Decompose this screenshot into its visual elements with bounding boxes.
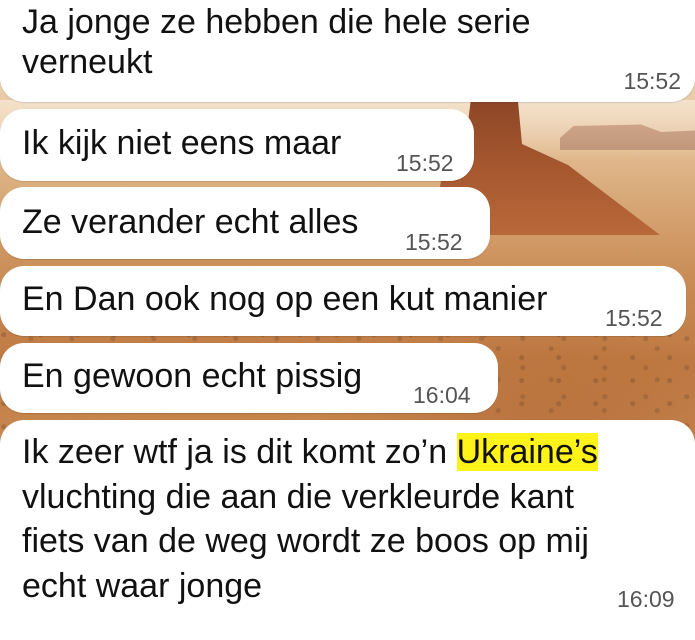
message-timestamp: 16:04 (413, 382, 471, 408)
message-text-start: Ik zeer wtf ja is dit komt zo’n (22, 433, 457, 471)
message-text: Ik zeer wtf ja is dit komt zo’n Ukraine’… (22, 430, 662, 608)
message-text: Ze verander echt alles (22, 203, 359, 241)
incoming-message-bubble[interactable]: Ja jonge ze hebben die hele serie verneu… (0, 0, 695, 102)
highlighted-word: Ukraine’s (456, 433, 598, 471)
message-list[interactable]: Ja jonge ze hebben die hele serie verneu… (0, 0, 695, 640)
message-timestamp: 15:52 (623, 68, 681, 94)
incoming-message-bubble[interactable]: En Dan ook nog op een kut manier 15:52 (0, 266, 686, 336)
incoming-message-bubble[interactable]: Ze verander echt alles 15:52 (0, 187, 490, 259)
message-text: Ik kijk niet eens maar (22, 124, 342, 162)
incoming-message-bubble[interactable]: Ik kijk niet eens maar 15:52 (0, 109, 474, 181)
message-timestamp: 15:52 (605, 305, 663, 331)
message-timestamp: 15:52 (405, 229, 463, 255)
message-text: Ja jonge ze hebben die hele serie verneu… (22, 3, 531, 81)
message-text: En gewoon echt pissig (22, 357, 363, 395)
message-text: En Dan ook nog op een kut manier (22, 280, 548, 318)
message-timestamp: 16:09 (617, 586, 675, 612)
incoming-message-bubble[interactable]: En gewoon echt pissig 16:04 (0, 343, 498, 413)
message-text-rest: vluchting die aan die verkleurde kant fi… (22, 477, 589, 605)
message-timestamp: 15:52 (396, 150, 454, 176)
incoming-message-bubble[interactable]: Ik zeer wtf ja is dit komt zo’n Ukraine’… (0, 420, 695, 640)
